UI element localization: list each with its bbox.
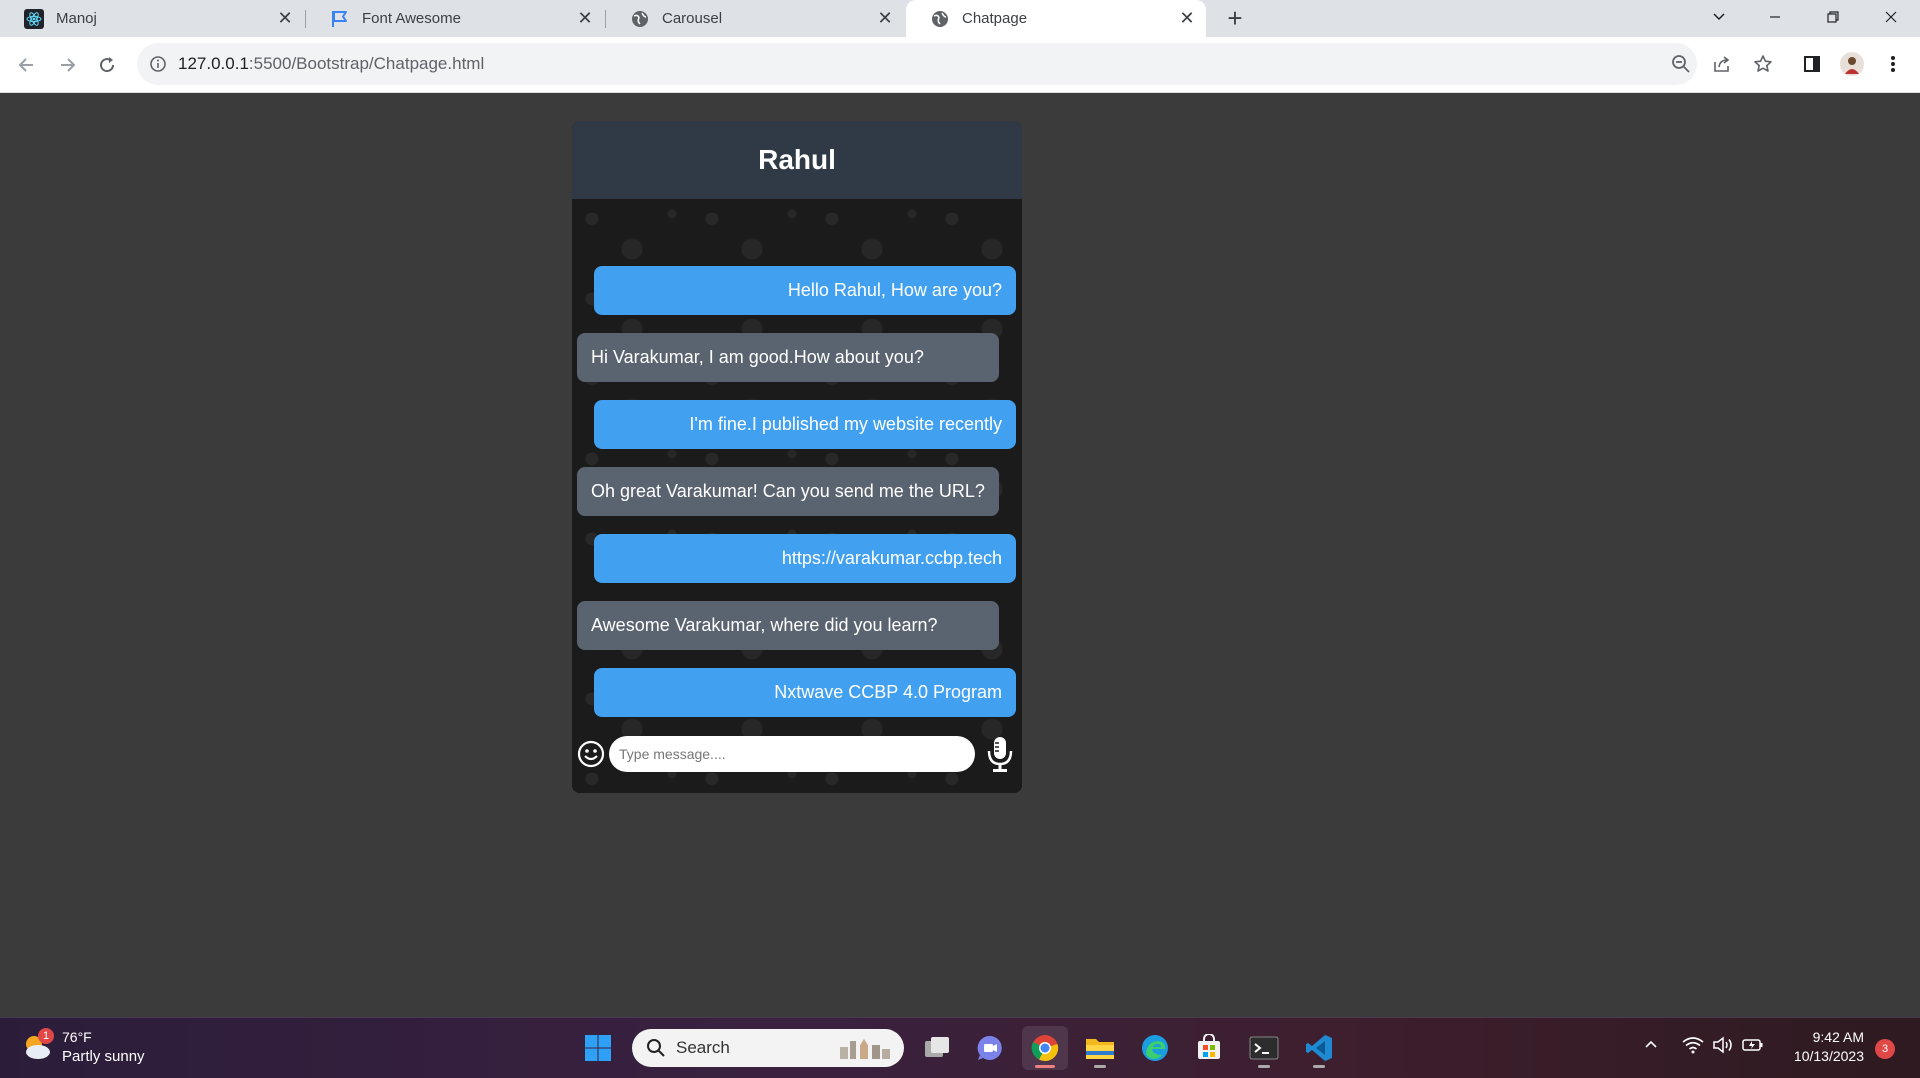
bookmark-star-icon[interactable] xyxy=(1750,51,1776,77)
globe-icon xyxy=(930,9,950,29)
url-path: :5500/Bootstrap/Chatpage.html xyxy=(248,54,485,73)
tab-strip: Manoj ✕ Font Awesome ✕ Carousel ✕ Chatpa… xyxy=(0,0,1920,37)
message-sent: Nxtwave CCBP 4.0 Program xyxy=(594,668,1016,717)
message-input-row xyxy=(572,731,1022,777)
new-tab-button[interactable]: + xyxy=(1222,5,1248,31)
tab-label: Chatpage xyxy=(962,10,1028,27)
close-icon[interactable]: ✕ xyxy=(876,8,894,28)
address-bar[interactable]: 127.0.0.1:5500/Bootstrap/Chatpage.html xyxy=(137,43,1697,85)
message-received: Awesome Varakumar, where did you learn? xyxy=(577,601,999,650)
profile-avatar[interactable] xyxy=(1839,51,1865,77)
tab-label: Manoj xyxy=(56,10,97,27)
task-view-icon[interactable] xyxy=(914,1026,960,1070)
reload-button[interactable] xyxy=(93,51,121,79)
wifi-icon[interactable] xyxy=(1682,1036,1704,1057)
vscode-icon[interactable] xyxy=(1296,1026,1342,1070)
back-button[interactable] xyxy=(13,51,41,79)
page-content: Rahul Hello Rahul, How are you? Hi Varak… xyxy=(0,93,1920,1017)
clock-time: 9:42 AM xyxy=(1812,1029,1864,1045)
flag-icon xyxy=(330,9,350,29)
message-text: Oh great Varakumar! Can you send me the … xyxy=(591,481,985,501)
file-explorer-icon[interactable] xyxy=(1077,1026,1123,1070)
close-icon[interactable]: ✕ xyxy=(576,8,594,28)
close-icon[interactable]: ✕ xyxy=(276,8,294,28)
chat-header: Rahul xyxy=(572,121,1022,199)
minimize-button[interactable] xyxy=(1752,0,1798,34)
clock-date: 10/13/2023 xyxy=(1793,1048,1864,1064)
weather-sun-cloud-icon: 1 xyxy=(20,1028,54,1064)
weather-widget[interactable]: 1 76°F Partly sunny xyxy=(20,1028,145,1066)
weather-description: Partly sunny xyxy=(62,1048,145,1065)
browser-toolbar: 127.0.0.1:5500/Bootstrap/Chatpage.html xyxy=(0,37,1920,93)
microphone-icon[interactable] xyxy=(986,735,1014,773)
battery-icon[interactable] xyxy=(1742,1036,1764,1057)
chrome-icon[interactable] xyxy=(1022,1026,1068,1070)
message-text: Hello Rahul, How are you? xyxy=(787,280,1002,300)
tab-chatpage[interactable]: Chatpage ✕ xyxy=(906,0,1206,37)
message-text: https://varakumar.ccbp.tech xyxy=(781,548,1002,568)
react-icon xyxy=(24,8,44,29)
url-host: 127.0.0.1 xyxy=(178,54,249,73)
microsoft-store-icon[interactable] xyxy=(1186,1026,1232,1070)
forward-button[interactable] xyxy=(53,51,81,79)
restore-button[interactable] xyxy=(1810,0,1856,34)
tab-manoj[interactable]: Manoj ✕ xyxy=(0,0,304,37)
url-text[interactable]: 127.0.0.1:5500/Bootstrap/Chatpage.html xyxy=(178,54,484,74)
message-text: Awesome Varakumar, where did you learn? xyxy=(591,615,938,635)
message-text: Hi Varakumar, I am good.How about you? xyxy=(591,347,924,367)
show-hidden-icons-chevron-icon[interactable] xyxy=(1643,1036,1659,1055)
running-indicator xyxy=(1313,1065,1325,1068)
volume-icon[interactable] xyxy=(1712,1036,1734,1057)
message-sent: https://varakumar.ccbp.tech xyxy=(594,534,1016,583)
edge-icon[interactable] xyxy=(1132,1026,1178,1070)
tab-search-button[interactable] xyxy=(1696,0,1742,34)
weather-temperature: 76°F xyxy=(62,1029,92,1045)
info-icon[interactable] xyxy=(149,55,167,73)
zoom-icon[interactable] xyxy=(1668,51,1694,77)
tab-label: Font Awesome xyxy=(362,10,461,27)
message-text: I'm fine.I published my website recently xyxy=(689,414,1002,434)
start-button[interactable] xyxy=(575,1026,621,1070)
close-icon[interactable]: ✕ xyxy=(1178,8,1196,28)
search-highlight-icon xyxy=(836,1035,896,1066)
message-received: Oh great Varakumar! Can you send me the … xyxy=(577,467,999,516)
tab-font-awesome[interactable]: Font Awesome ✕ xyxy=(306,0,604,37)
running-indicator xyxy=(1094,1065,1106,1068)
notification-badge[interactable]: 3 xyxy=(1875,1039,1895,1059)
globe-icon xyxy=(630,9,650,29)
search-icon xyxy=(646,1038,666,1058)
message-received: Hi Varakumar, I am good.How about you? xyxy=(577,333,999,382)
close-window-button[interactable] xyxy=(1868,0,1914,34)
terminal-icon[interactable] xyxy=(1241,1026,1287,1070)
message-input[interactable] xyxy=(609,736,975,772)
contact-name: Rahul xyxy=(758,144,836,175)
emoji-icon[interactable] xyxy=(576,739,606,769)
weather-badge: 1 xyxy=(38,1028,54,1044)
chat-window: Rahul Hello Rahul, How are you? Hi Varak… xyxy=(572,121,1022,793)
search-label: Search xyxy=(676,1038,730,1057)
tab-label: Carousel xyxy=(662,10,723,27)
system-clock[interactable]: 9:42 AM 10/13/2023 xyxy=(1780,1028,1864,1066)
taskbar-search[interactable]: Search xyxy=(632,1029,904,1067)
message-text: Nxtwave CCBP 4.0 Program xyxy=(774,682,1002,702)
message-sent: I'm fine.I published my website recently xyxy=(594,400,1016,449)
windows-taskbar: 1 76°F Partly sunny Search 9:42 AM 10/13… xyxy=(0,1017,1920,1078)
message-sent: Hello Rahul, How are you? xyxy=(594,266,1016,315)
running-indicator xyxy=(1258,1065,1270,1068)
chat-body: Hello Rahul, How are you? Hi Varakumar, … xyxy=(572,199,1022,793)
active-indicator xyxy=(1035,1065,1055,1068)
menu-kebab-icon[interactable] xyxy=(1880,51,1906,77)
share-icon[interactable] xyxy=(1709,51,1735,77)
teams-chat-icon[interactable] xyxy=(967,1026,1013,1070)
tab-carousel[interactable]: Carousel ✕ xyxy=(606,0,904,37)
side-panel-icon[interactable] xyxy=(1799,51,1825,77)
